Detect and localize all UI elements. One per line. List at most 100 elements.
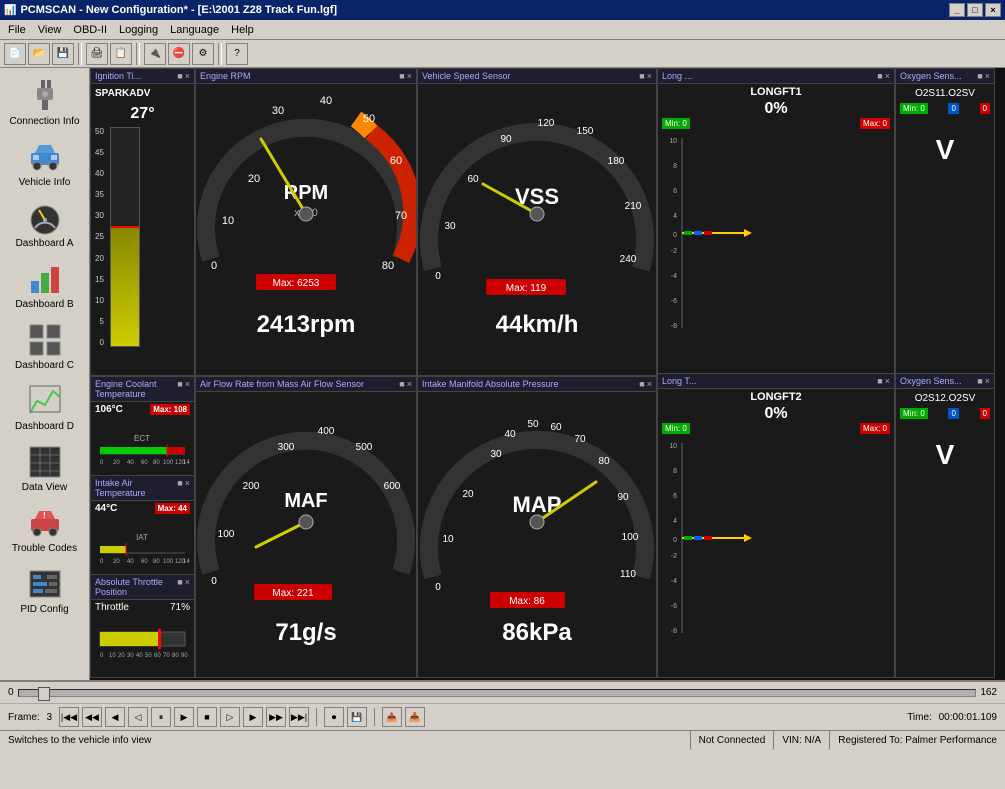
sidebar-item-trouble-codes[interactable]: ! Trouble Codes — [5, 499, 85, 558]
map-close-btn[interactable]: × — [647, 379, 652, 389]
menu-view[interactable]: View — [32, 22, 68, 38]
slider-thumb[interactable] — [38, 687, 50, 701]
close-button[interactable]: × — [985, 3, 1001, 17]
next-fast-button[interactable]: ▶▶ — [266, 707, 286, 727]
svg-text:140: 140 — [183, 460, 190, 466]
settings-button[interactable]: ⚙ — [192, 43, 214, 65]
maf-minimize-btn[interactable]: ■ — [399, 379, 404, 389]
ect-minimize-btn[interactable]: ■ — [177, 379, 182, 399]
longft2-minimize-btn[interactable]: ■ — [877, 376, 882, 386]
oxygen1-mid: 0 — [948, 103, 958, 114]
maf-close-btn[interactable]: × — [407, 379, 412, 389]
iat-minimize-btn[interactable]: ■ — [177, 478, 182, 498]
maximize-button[interactable]: □ — [967, 3, 983, 17]
sidebar-item-vehicle[interactable]: Vehicle Info — [5, 133, 85, 192]
svg-text:140: 140 — [183, 559, 190, 565]
ect-title: Engine Coolant Temperature — [95, 379, 177, 399]
import-button[interactable]: 📥 — [405, 707, 425, 727]
next-button[interactable]: ▶ — [243, 707, 263, 727]
record-button[interactable]: ⏺ — [324, 707, 344, 727]
ignition-gauge-area: 50 45 40 35 30 25 20 15 10 5 0 — [95, 127, 190, 347]
svg-text:-8: -8 — [671, 323, 677, 330]
disconnect-button[interactable]: ⛔ — [168, 43, 190, 65]
scale-10: 10 — [95, 296, 104, 305]
stop-button[interactable]: ■ — [197, 707, 217, 727]
rpm-minimize-btn[interactable]: ■ — [399, 71, 404, 81]
iat-close-btn[interactable]: × — [185, 478, 190, 498]
pause-button[interactable]: ⏸ — [151, 707, 171, 727]
svg-text:20: 20 — [462, 489, 474, 500]
export-button[interactable]: 📤 — [382, 707, 402, 727]
ect-close-btn[interactable]: × — [185, 379, 190, 399]
svg-text:80: 80 — [172, 653, 179, 659]
playback-slider[interactable] — [18, 689, 977, 697]
map-value: 86kPa — [502, 619, 571, 647]
prev-button[interactable]: ◀ — [105, 707, 125, 727]
iat-title: Intake Air Temperature — [95, 478, 177, 498]
connect-button[interactable]: 🔌 — [144, 43, 166, 65]
svg-text:100: 100 — [218, 529, 235, 540]
rpm-close-btn[interactable]: × — [407, 71, 412, 81]
open-button[interactable]: 📂 — [28, 43, 50, 65]
oxygen2-close-btn[interactable]: × — [985, 376, 990, 386]
vss-close-btn[interactable]: × — [647, 71, 652, 81]
longft2-close-btn[interactable]: × — [885, 376, 890, 386]
svg-text:60: 60 — [390, 155, 402, 167]
ignition-minimize-btn[interactable]: ■ — [177, 71, 182, 81]
print-button[interactable]: 🖨 — [86, 43, 108, 65]
slider-row: 0 162 — [0, 682, 1005, 704]
sidebar-item-data-view[interactable]: Data View — [5, 438, 85, 497]
throttle-close-btn[interactable]: × — [185, 577, 190, 597]
ignition-close-btn[interactable]: × — [185, 71, 190, 81]
prev-slow-button[interactable]: ◁ — [128, 707, 148, 727]
status-registered: Registered To: Palmer Performance — [830, 731, 1005, 750]
save-button[interactable]: 💾 — [52, 43, 74, 65]
svg-text:ECT: ECT — [134, 434, 150, 443]
vss-minimize-btn[interactable]: ■ — [639, 71, 644, 81]
sidebar-item-pid-config[interactable]: PID Config — [5, 560, 85, 619]
sidebar-item-dashboard-b[interactable]: Dashboard B — [5, 255, 85, 314]
svg-text:8: 8 — [673, 163, 677, 170]
oxygen1-minimize-btn[interactable]: ■ — [977, 71, 982, 81]
vss-panel: Vehicle Speed Sensor ■ × 0 30 60 90 120 … — [417, 68, 657, 376]
first-frame-button[interactable]: |◀◀ — [59, 707, 79, 727]
copy-button[interactable]: 📋 — [110, 43, 132, 65]
sidebar-item-dashboard-d[interactable]: Dashboard D — [5, 377, 85, 436]
save-log-button[interactable]: 💾 — [347, 707, 367, 727]
menu-file[interactable]: File — [2, 22, 32, 38]
oxygen1-close-btn[interactable]: × — [985, 71, 990, 81]
svg-text:20: 20 — [113, 559, 120, 565]
menu-help[interactable]: Help — [225, 22, 260, 38]
longft1-close-btn[interactable]: × — [885, 71, 890, 81]
last-frame-button[interactable]: ▶▶| — [289, 707, 309, 727]
minimize-button[interactable]: _ — [949, 3, 965, 17]
throttle-minimize-btn[interactable]: ■ — [177, 577, 182, 597]
throttle-title: Absolute Throttle Position — [95, 577, 177, 597]
vss-gauge-svg: 0 30 60 90 120 150 180 210 240 VSS — [418, 84, 656, 324]
menu-obd2[interactable]: OBD-II — [67, 22, 113, 38]
longft-column: Long ... ■ × LONGFT1 0% Min: 0 Max: 0 — [657, 68, 895, 678]
new-button[interactable]: 📄 — [4, 43, 26, 65]
oxygen2-minimize-btn[interactable]: ■ — [977, 376, 982, 386]
ignition-bar — [110, 127, 140, 347]
play-button[interactable]: ▶ — [174, 707, 194, 727]
menu-logging[interactable]: Logging — [113, 22, 164, 38]
svg-text:210: 210 — [625, 201, 642, 212]
sidebar-label-dashboard-a: Dashboard A — [16, 238, 74, 249]
menu-language[interactable]: Language — [164, 22, 225, 38]
scale-35: 35 — [95, 190, 104, 199]
sidebar-label-dashboard-b: Dashboard B — [15, 299, 73, 310]
map-minimize-btn[interactable]: ■ — [639, 379, 644, 389]
chart-icon — [25, 381, 65, 421]
longft2-chart-svg: 10 8 6 4 0 -2 -4 -6 -8 — [662, 438, 752, 638]
longft1-minimize-btn[interactable]: ■ — [877, 71, 882, 81]
svg-text:20: 20 — [118, 653, 125, 659]
prev-fast-button[interactable]: ◀◀ — [82, 707, 102, 727]
maf-title: Air Flow Rate from Mass Air Flow Sensor — [200, 379, 364, 389]
next-slow-button[interactable]: ▷ — [220, 707, 240, 727]
sidebar-item-dashboard-c[interactable]: Dashboard C — [5, 316, 85, 375]
svg-text:-8: -8 — [671, 628, 677, 635]
sidebar-item-dashboard-a[interactable]: Dashboard A — [5, 194, 85, 253]
sidebar-item-connection[interactable]: Connection Info — [5, 72, 85, 131]
help-button[interactable]: ? — [226, 43, 248, 65]
